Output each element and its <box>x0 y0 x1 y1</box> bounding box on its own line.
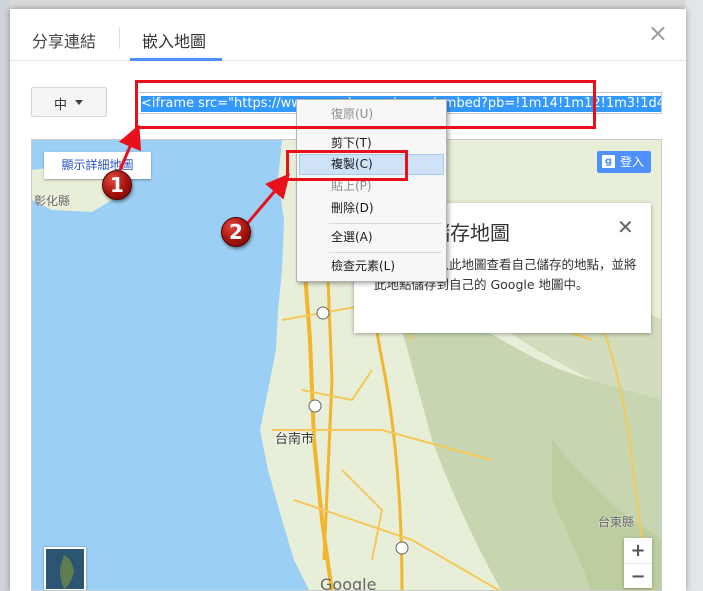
step-marker-2: 2 <box>221 217 251 247</box>
annotation-arrows <box>118 124 290 226</box>
step-marker-1: 1 <box>102 170 132 200</box>
